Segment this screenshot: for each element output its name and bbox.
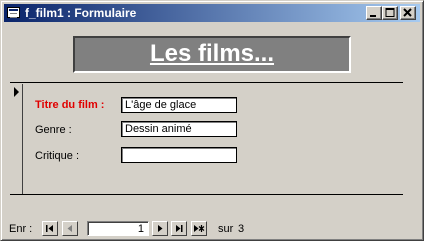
next-record-button[interactable] xyxy=(152,221,168,236)
first-record-button[interactable] xyxy=(42,221,58,236)
last-record-button[interactable] xyxy=(171,221,187,236)
minimize-button[interactable] xyxy=(366,6,382,20)
maximize-icon xyxy=(385,8,395,17)
detail-top-divider xyxy=(10,82,403,83)
title-bar[interactable]: f_film1 : Formulaire xyxy=(4,4,420,22)
critique-label: Critique : xyxy=(35,150,80,162)
form-header-banner: Les films... xyxy=(73,36,351,73)
record-count-total: 3 xyxy=(238,223,245,235)
maximize-button[interactable] xyxy=(382,6,398,20)
record-count-prefix: sur xyxy=(218,223,234,235)
critique-field[interactable] xyxy=(121,147,237,163)
current-record-arrow-icon xyxy=(14,87,19,97)
form-window: f_film1 : Formulaire Les films... Titre … xyxy=(0,0,424,241)
genre-label: Genre : xyxy=(35,124,72,136)
record-selector[interactable] xyxy=(10,84,23,194)
form-header-title: Les films... xyxy=(149,40,275,67)
detail-bottom-divider xyxy=(10,194,403,195)
last-record-icon xyxy=(176,225,183,232)
form-icon[interactable] xyxy=(7,7,20,18)
title-field[interactable]: L'âge de glace xyxy=(121,97,237,113)
window-title: f_film1 : Formulaire xyxy=(25,6,137,20)
genre-field[interactable]: Dessin animé xyxy=(121,121,237,137)
current-record-input[interactable]: 1 xyxy=(87,221,149,236)
previous-record-button[interactable] xyxy=(62,221,78,236)
new-record-button[interactable] xyxy=(191,221,207,236)
new-record-icon xyxy=(194,225,205,232)
title-label: Titre du film : xyxy=(35,99,105,111)
close-button[interactable] xyxy=(400,6,416,20)
close-icon xyxy=(403,8,412,17)
minimize-icon xyxy=(370,15,376,17)
previous-record-icon xyxy=(67,225,72,232)
next-record-icon xyxy=(158,225,163,232)
record-nav-label: Enr : xyxy=(9,223,33,235)
first-record-icon xyxy=(46,225,53,232)
